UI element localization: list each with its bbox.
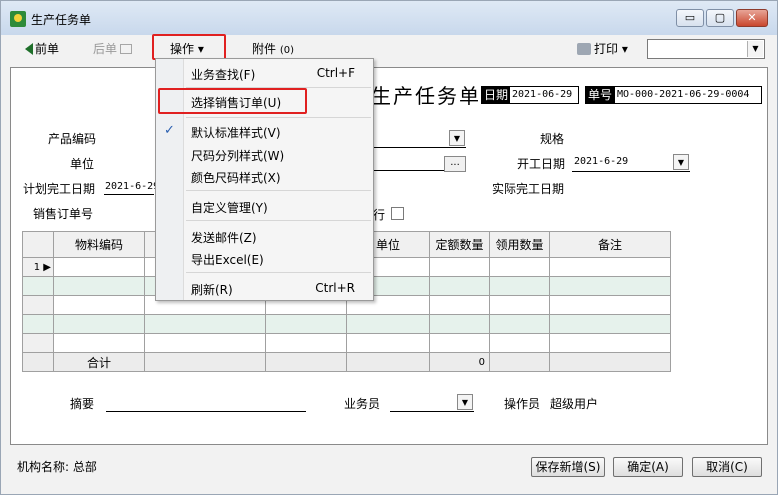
date-value[interactable]: 2021-06-29 <box>509 86 579 104</box>
next-doc-button[interactable]: 后单 <box>93 40 133 57</box>
date-tag: 日期 <box>481 86 512 104</box>
actual-finish-label: 实际完工日期 <box>492 182 565 196</box>
print-label: 打印 <box>594 42 619 56</box>
maximize-button[interactable]: ▢ <box>706 9 734 27</box>
number-value[interactable]: MO-000-2021-06-29-0004 <box>614 86 762 104</box>
menu-item-color-size-style[interactable]: 颜色尺码样式(X) <box>191 169 281 186</box>
org-name-label: 机构名称: 总部 <box>17 460 97 474</box>
cancel-button[interactable]: 取消(C) <box>692 457 762 477</box>
col-quota-qty[interactable]: 定额数量 <box>429 231 490 258</box>
col-material-code[interactable]: 物料编码 <box>53 231 145 258</box>
menu-separator <box>186 190 371 191</box>
menu-item-export-excel[interactable]: 导出Excel(E) <box>191 251 264 268</box>
toolbar: 前单 后单 操作 ▾ 附件 (0) 打印 ▾ ▼ <box>9 34 769 63</box>
total-value: 0 <box>429 352 490 372</box>
row-indicator: 1 ▶ <box>22 257 54 277</box>
print-button[interactable]: 打印 ▾ <box>577 40 628 57</box>
chevron-down-icon: ▾ <box>621 42 628 56</box>
menu-item-size-column-style[interactable]: 尺码分列样式(W) <box>191 147 284 164</box>
menu-shortcut-ctrl-f: Ctrl+F <box>316 66 355 80</box>
col-remark[interactable]: 备注 <box>549 231 671 258</box>
menu-item-custom-manage[interactable]: 自定义管理(Y) <box>191 199 268 216</box>
save-new-button[interactable]: 保存新增(S) <box>531 457 605 477</box>
chevron-down-icon: ▾ <box>197 42 204 56</box>
dropdown-arrow-icon: ▼ <box>457 394 473 410</box>
salesman-select[interactable]: ▼ <box>390 394 474 412</box>
planned-finish-line <box>104 194 154 195</box>
col-used-qty[interactable]: 领用数量 <box>489 231 550 258</box>
arrow-right-icon <box>120 44 133 54</box>
menu-separator <box>186 117 371 118</box>
operator-value: 超级用户 <box>550 397 599 411</box>
row-checkbox[interactable] <box>391 207 404 220</box>
window-title: 生产任务单 <box>31 13 92 27</box>
sales-order-label: 销售订单号 <box>33 207 94 221</box>
menu-separator <box>186 220 371 221</box>
app-window: 生产任务单 ▭ ▢ ✕ 前单 后单 操作 ▾ 附件 (0) 打印 ▾ ▼ 生产任… <box>0 0 778 495</box>
next-label: 后单 <box>93 42 118 56</box>
menu-item-select-sales-order[interactable]: 选择销售订单(U) <box>191 94 281 111</box>
title-bar: 生产任务单 ▭ ▢ ✕ <box>1 1 777 35</box>
salesman-label: 业务员 <box>344 397 381 411</box>
spec-label: 规格 <box>540 132 565 146</box>
print-template-select[interactable]: ▼ <box>647 39 765 59</box>
operate-dropdown-menu: 业务查找(F) Ctrl+F 选择销售订单(U) ✓ 默认标准样式(V) 尺码分… <box>155 58 374 301</box>
product-code-label: 产品编码 <box>48 132 97 146</box>
number-tag: 单号 <box>585 86 616 104</box>
document-area: 生产任务单 日期 2021-06-29 单号 MO-000-2021-06-29… <box>10 67 768 445</box>
prev-label: 前单 <box>35 42 60 56</box>
attachment-button[interactable]: 附件 (0) <box>252 40 294 57</box>
total-row: 合计 0 <box>22 352 671 372</box>
attachment-count: (0) <box>279 45 295 56</box>
operate-menu-button[interactable]: 操作 ▾ <box>170 40 204 57</box>
minimize-button[interactable]: ▭ <box>676 9 704 27</box>
menu-item-business-search[interactable]: 业务查找(F) <box>191 66 255 83</box>
grid-corner <box>22 231 54 258</box>
total-label: 合计 <box>53 352 145 372</box>
attachment-label: 附件 <box>252 42 277 56</box>
menu-item-refresh[interactable]: 刷新(R) <box>191 281 233 298</box>
menu-item-send-email[interactable]: 发送邮件(Z) <box>191 229 257 246</box>
start-date-label: 开工日期 <box>517 157 566 171</box>
operator-label: 操作员 <box>504 397 541 411</box>
check-icon: ✓ <box>164 123 175 138</box>
prev-doc-button[interactable]: 前单 <box>25 40 59 57</box>
dropdown-arrow-icon: ▼ <box>449 130 465 146</box>
dropdown-arrow-icon: ▼ <box>747 41 763 57</box>
operate-label: 操作 <box>170 42 195 56</box>
close-button[interactable]: ✕ <box>736 9 768 27</box>
menu-separator <box>186 272 371 273</box>
document-title: 生产任务单 <box>371 84 481 108</box>
menu-shortcut-ctrl-r: Ctrl+R <box>315 281 355 295</box>
menu-item-default-style[interactable]: 默认标准样式(V) <box>191 124 281 141</box>
planned-finish-value[interactable]: 2021-6-29 <box>105 181 159 192</box>
unit-input-line[interactable] <box>374 170 454 171</box>
dropdown-arrow-icon: ▼ <box>673 154 689 170</box>
app-logo-icon <box>10 11 26 27</box>
unit-label: 单位 <box>70 157 95 171</box>
summary-label: 摘要 <box>70 397 95 411</box>
product-code-input[interactable]: ▼ <box>374 130 466 148</box>
arrow-left-icon <box>25 43 33 55</box>
summary-input[interactable] <box>106 411 306 412</box>
table-row[interactable] <box>22 333 671 353</box>
printer-icon <box>577 43 591 55</box>
ok-button[interactable]: 确定(A) <box>613 457 683 477</box>
planned-finish-label: 计划完工日期 <box>23 182 96 196</box>
start-date-picker[interactable]: ▼ <box>572 154 690 172</box>
table-row[interactable] <box>22 314 671 334</box>
unit-browse-button[interactable]: ... <box>444 156 466 172</box>
row-suffix-label: 行 <box>373 208 386 222</box>
